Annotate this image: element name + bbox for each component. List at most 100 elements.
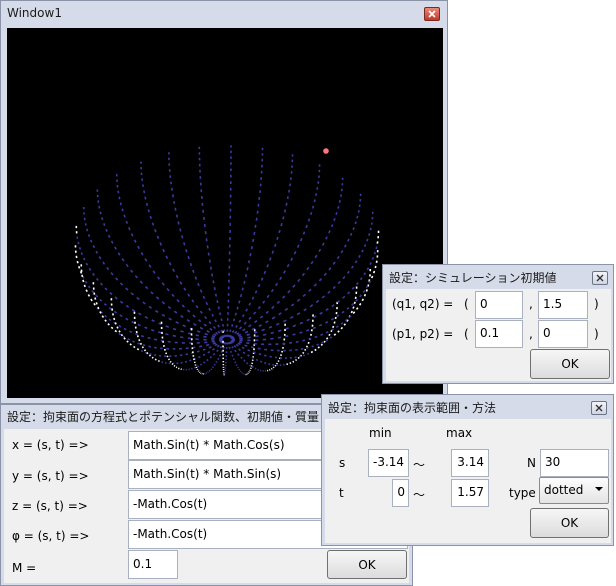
s-min-field[interactable]: -3.14 [368, 449, 409, 477]
surface-dot [118, 196, 121, 200]
surface-dot [248, 324, 252, 328]
surface-dot [235, 324, 238, 328]
surface-dot [244, 344, 248, 347]
type-dropdown[interactable]: dotted [539, 477, 609, 504]
surface-dot [239, 293, 243, 298]
q2-field[interactable]: 1.5 [538, 291, 588, 319]
s-max-field[interactable]: 3.14 [451, 449, 489, 477]
mass-field[interactable]: 0.1 [128, 550, 178, 579]
surface-dot [351, 303, 354, 306]
surface-dot [154, 358, 157, 361]
surface-dot [229, 350, 233, 353]
surface-dot [216, 344, 220, 348]
surface-dot [176, 299, 180, 303]
surface-dot [375, 246, 378, 250]
surface-dot [173, 200, 176, 205]
surface-dot [220, 329, 223, 333]
surface-dot [94, 297, 97, 300]
surface-dot [118, 330, 121, 333]
range-ok-button[interactable]: OK [530, 508, 609, 538]
surface-dot [310, 350, 314, 354]
range-dialog-titlebar[interactable]: 設定：拘束面の表示範囲・方法 [322, 395, 613, 419]
surface-dot [175, 321, 179, 325]
surface-dot [311, 345, 314, 348]
sphere-canvas[interactable] [7, 28, 443, 398]
p2-field[interactable]: 0 [538, 320, 588, 348]
surface-dot [171, 194, 174, 198]
surface-dot [302, 293, 307, 298]
surface-dot [156, 235, 160, 239]
surface-dot [215, 331, 219, 335]
n-field[interactable]: 30 [540, 449, 609, 477]
surface-dot [349, 232, 353, 236]
surface-dot [308, 288, 312, 292]
simulation-dialog-close-icon[interactable] [592, 271, 608, 285]
q1-field[interactable]: 0 [475, 291, 523, 319]
surface-dot [233, 345, 237, 348]
t-min-field[interactable]: 0 [392, 479, 409, 507]
simulation-ok-button[interactable]: OK [530, 349, 610, 379]
surface-dot [352, 311, 356, 314]
surface-dot [88, 267, 92, 271]
surface-dot [156, 276, 161, 280]
surface-dot [238, 348, 241, 352]
surface-dot [231, 345, 234, 349]
surface-dot [195, 305, 199, 309]
surface-dot [173, 310, 178, 314]
surface-dot [295, 340, 299, 343]
surface-dot [117, 252, 121, 256]
surface-dot [328, 333, 331, 337]
surface-dot [307, 341, 310, 344]
main-window-close-icon[interactable] [424, 7, 440, 21]
surface-dot [254, 367, 257, 370]
surface-dot [325, 339, 329, 342]
surface-dot [292, 360, 295, 363]
surface-dot [369, 262, 372, 266]
surface-dot [208, 321, 212, 325]
surface-dot [306, 318, 310, 322]
surface-dot [316, 343, 319, 346]
surface-dot [90, 298, 93, 302]
surface-dot [141, 335, 145, 338]
surface-dot [171, 293, 175, 298]
surface-dot [204, 332, 208, 336]
surface-dot [168, 317, 172, 321]
surface-dot [286, 196, 289, 200]
range-dialog-close-icon[interactable] [591, 401, 607, 415]
surface-dot [335, 325, 339, 329]
surface-dot [211, 337, 215, 340]
surface-dot [332, 261, 336, 265]
surface-dot [138, 339, 141, 342]
surface-dot [243, 280, 246, 284]
surface-dot [99, 211, 102, 215]
surface-dot [355, 307, 359, 310]
surface-dot [144, 315, 149, 319]
surface-dot [361, 298, 365, 302]
surface-dot [241, 346, 245, 350]
surface-dot [193, 323, 197, 326]
p1-field[interactable]: 0.1 [475, 320, 523, 348]
t-max-field[interactable]: 1.57 [451, 479, 489, 507]
surface-dot [148, 354, 152, 357]
surface-dot [357, 210, 360, 213]
surface-dot [148, 345, 152, 348]
simulation-dialog-titlebar[interactable]: 設定：シミュレーション初期値 [383, 265, 613, 289]
equation-ok-button[interactable]: OK [327, 550, 407, 579]
surface-dot [331, 328, 334, 331]
surface-dot [145, 202, 149, 206]
main-window-titlebar[interactable]: Window1 [1, 1, 447, 25]
surface-dot [199, 345, 203, 348]
surface-dot [344, 318, 348, 322]
surface-dot [110, 326, 114, 330]
surface-dot [139, 342, 143, 345]
surface-dot [255, 335, 259, 338]
surface-dot [137, 323, 141, 327]
surface-dot [275, 322, 280, 326]
surface-dot [214, 319, 217, 323]
surface-dot [254, 320, 258, 324]
surface-dot [148, 264, 152, 268]
simulation-dialog-title: 設定：シミュレーション初期値 [389, 270, 557, 285]
surface-dot [248, 316, 252, 320]
p-open-paren: ( [464, 327, 469, 341]
surface-dot [244, 330, 249, 334]
